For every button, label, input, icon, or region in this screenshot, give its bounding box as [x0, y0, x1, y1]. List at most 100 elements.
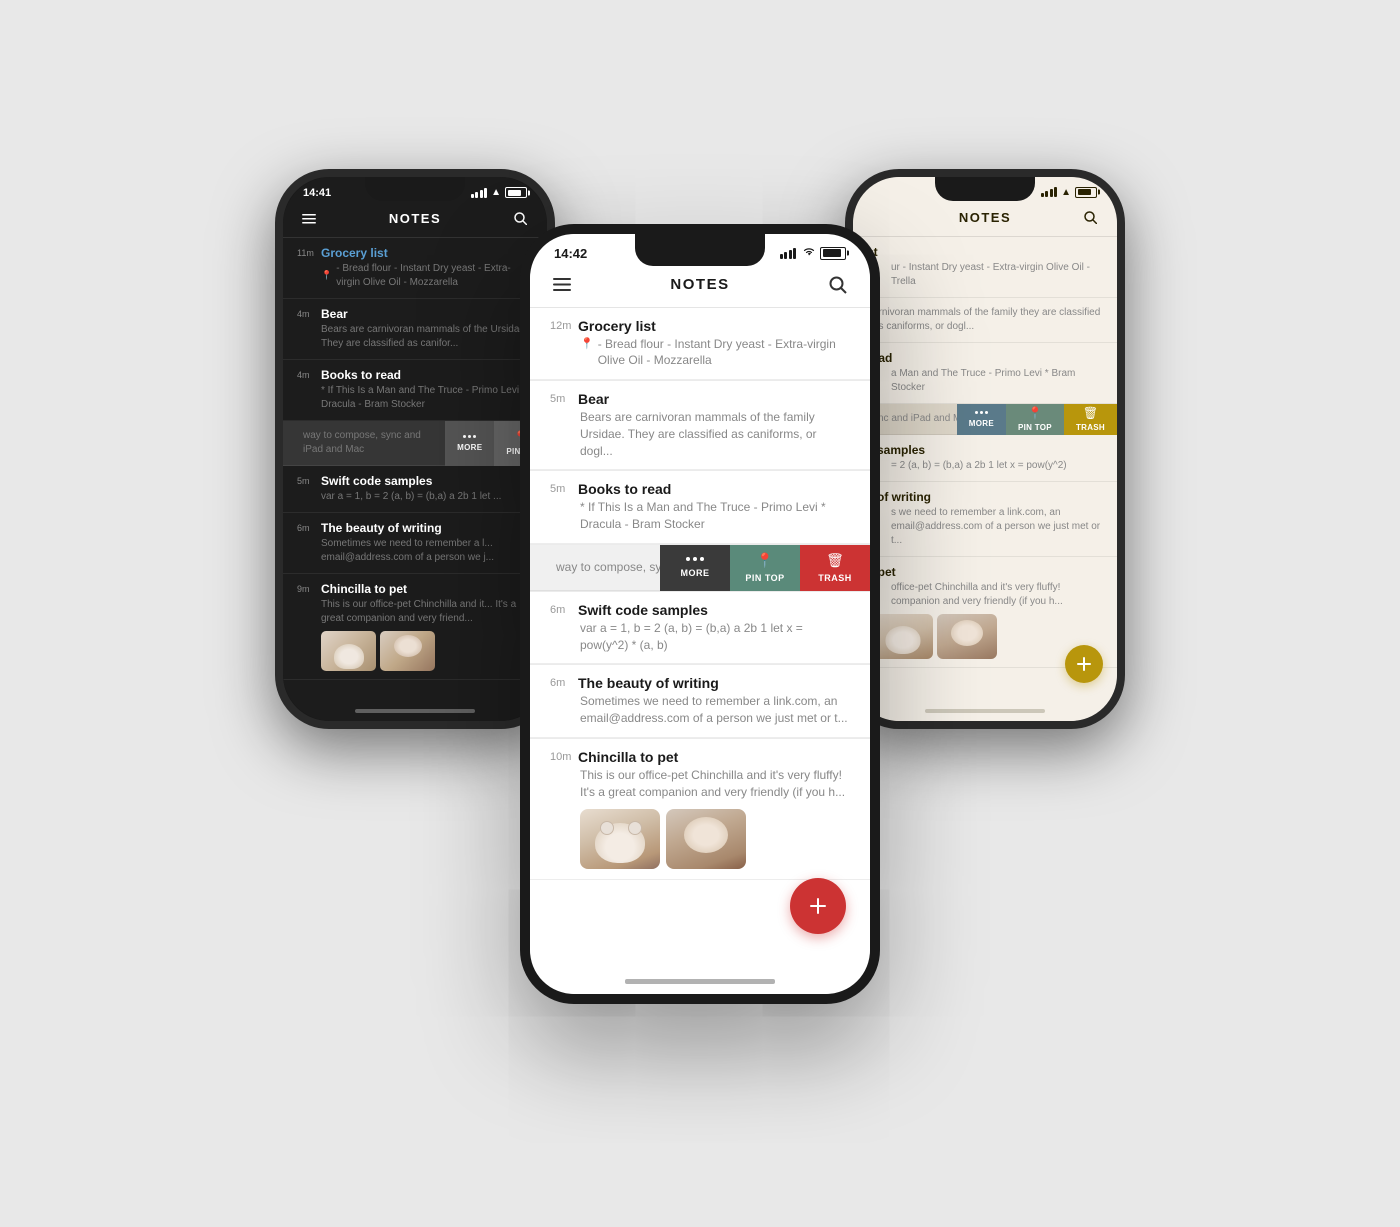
chinchilla-img-right-1 [873, 614, 933, 659]
note-item-right-4[interactable]: e samples = 2 (a, b) = (b,a) a 2b 1 let … [853, 435, 1117, 482]
search-icon-center[interactable] [826, 273, 850, 297]
phones-container: 14:41 ▲ [250, 89, 1150, 1139]
header-right: NOTES [853, 202, 1117, 237]
note-time-center-0: 12m [550, 320, 572, 332]
trash-btn-center[interactable]: 🗑 TRASH [800, 545, 870, 591]
note-preview-center-2: * If This Is a Man and The Truce - Primo… [580, 499, 850, 533]
status-icons-left: ▲ [471, 187, 527, 198]
pin-action-right[interactable]: 📍 PIN TOP [1006, 404, 1064, 435]
note-title-center-6: Chincilla to pet [578, 749, 678, 765]
fab-right[interactable] [1065, 645, 1103, 683]
menu-icon-center[interactable] [550, 273, 574, 297]
note-item-left-4[interactable]: 5m Swift code samples var a = 1, b = 2 (… [283, 466, 547, 513]
note-title-center-1: Bear [578, 391, 609, 407]
more-dots-right [975, 411, 988, 414]
note-header-left-4: 5m Swift code samples [297, 474, 533, 488]
pin-icon-center-action: 📍 [756, 552, 773, 569]
trash-action-right[interactable]: 🗑 TRASH [1064, 404, 1117, 435]
more-action-right[interactable]: MORE [957, 404, 1006, 435]
note-time-center-4: 6m [550, 604, 572, 616]
note-item-right-2[interactable]: read a Man and The Truce - Primo Levi * … [853, 343, 1117, 404]
note-item-left-6[interactable]: 9m Chincilla to pet This is our office-p… [283, 574, 547, 680]
note-preview-left-1: Bears are carnivoran mammals of the Ursi… [321, 323, 533, 351]
more-btn-center[interactable]: MORE [660, 545, 730, 591]
pin-icon-left-0: 📍 [321, 269, 332, 282]
notch-left [365, 177, 465, 201]
note-preview-center-1: Bears are carnivoran mammals of the fami… [580, 409, 850, 459]
note-title-center-5: The beauty of writing [578, 675, 719, 691]
signal-bar-2 [475, 192, 478, 198]
signal-bar-r2 [1045, 191, 1048, 197]
pin-label-right: PIN TOP [1018, 423, 1052, 432]
note-item-right-1[interactable]: arnivoran mammals of the family they are… [853, 298, 1117, 343]
note-header-center-5: 6m The beauty of writing [550, 675, 850, 691]
note-header-right-4: e samples [867, 443, 1103, 457]
note-item-right-0[interactable]: st ur - Instant Dry yeast - Extra-virgin… [853, 237, 1117, 298]
note-preview-left-6: This is our office-pet Chinchilla and it… [321, 598, 533, 626]
pin-top-btn-center[interactable]: 📍 PIN TOP [730, 545, 800, 591]
more-dots-center [686, 557, 704, 561]
note-time-center-2: 5m [550, 483, 572, 495]
note-title-left-6: Chincilla to pet [321, 582, 407, 596]
phone-center: 14:42 [520, 224, 880, 1004]
note-item-left-0[interactable]: 11m Grocery list 📍 - Bread flour - Insta… [283, 238, 547, 299]
search-icon-left[interactable] [511, 209, 531, 229]
note-preview-right-1: arnivoran mammals of the family they are… [873, 306, 1103, 334]
note-item-left-5[interactable]: 6m The beauty of writing Sometimes we ne… [283, 513, 547, 574]
note-item-left-swipe[interactable]: way to compose, sync and iPad and Mac [283, 421, 447, 466]
note-item-center-1[interactable]: 5m Bear Bears are carnivoran mammals of … [530, 381, 870, 470]
more-label-left: MORE [457, 443, 482, 452]
signal-bar-1 [471, 194, 474, 198]
more-action-left[interactable]: MORE [445, 421, 494, 466]
fab-center[interactable] [790, 878, 846, 934]
note-item-center-6[interactable]: 10m Chincilla to pet This is our office-… [530, 739, 870, 880]
note-item-right-5[interactable]: y of writing s we need to remember a lin… [853, 482, 1117, 557]
note-item-center-4[interactable]: 6m Swift code samples var a = 1, b = 2 (… [530, 592, 870, 665]
chinchilla-img-right-2 [937, 614, 997, 659]
note-item-center-5[interactable]: 6m The beauty of writing Sometimes we ne… [530, 665, 870, 738]
chinchilla-img-left-2 [380, 631, 435, 671]
trash-icon-right: 🗑 [1083, 406, 1098, 420]
status-icons-right: ▲ [1041, 187, 1097, 198]
note-preview-right-0: ur - Instant Dry yeast - Extra-virgin Ol… [891, 261, 1103, 289]
note-header-right-0: st [867, 245, 1103, 259]
note-header-center-2: 5m Books to read [550, 481, 850, 497]
battery-right [1075, 187, 1097, 198]
note-time-left-4: 5m [297, 476, 315, 486]
time-center: 14:42 [554, 246, 587, 261]
wifi-icon-center [802, 246, 816, 260]
title-left: NOTES [389, 211, 441, 226]
trash-label-right: TRASH [1076, 423, 1105, 432]
home-indicator-center [625, 979, 775, 984]
header-center: NOTES [530, 265, 870, 308]
chinchilla-img-center-1 [580, 809, 660, 869]
note-preview-center-6: This is our office-pet Chinchilla and it… [580, 767, 850, 801]
menu-icon-left[interactable] [299, 209, 319, 229]
phone-left: 14:41 ▲ [275, 169, 555, 729]
signal-right [1041, 187, 1058, 197]
battery-fill-center [823, 249, 842, 257]
signal-bar-r1 [1041, 193, 1044, 197]
signal-bar-c3 [789, 250, 792, 259]
note-item-left-1[interactable]: 4m Bear Bears are carnivoran mammals of … [283, 299, 547, 360]
context-menu-center: MORE 📍 PIN TOP 🗑 TRASH [660, 545, 870, 591]
swipe-actions-right: MORE 📍 PIN TOP 🗑 TRASH [957, 404, 1117, 435]
notch-center [635, 234, 765, 266]
notes-list-left: 11m Grocery list 📍 - Bread flour - Insta… [283, 238, 547, 680]
signal-bar-4 [484, 188, 487, 198]
screen-left: 14:41 ▲ [283, 177, 547, 721]
note-preview-center-4: var a = 1, b = 2 (a, b) = (b,a) a 2b 1 l… [580, 620, 850, 654]
note-preview-left-4: var a = 1, b = 2 (a, b) = (b,a) a 2b 1 l… [321, 490, 533, 504]
note-time-left-6: 9m [297, 584, 315, 594]
search-icon-right[interactable] [1081, 208, 1101, 228]
note-images-center-6 [580, 809, 850, 869]
signal-bar-c2 [784, 252, 787, 259]
battery-left [505, 187, 527, 198]
note-preview-right-2: a Man and The Truce - Primo Levi * Bram … [891, 367, 1103, 395]
note-time-center-5: 6m [550, 677, 572, 689]
note-item-left-2[interactable]: 4m Books to read * If This Is a Man and … [283, 360, 547, 421]
signal-bar-r3 [1050, 189, 1053, 197]
note-item-center-0[interactable]: 12m Grocery list 📍 - Bread flour - Insta… [530, 308, 870, 381]
note-item-center-2[interactable]: 5m Books to read * If This Is a Man and … [530, 471, 870, 544]
note-preview-right-6: office-pet Chinchilla and it's very fluf… [891, 581, 1103, 609]
